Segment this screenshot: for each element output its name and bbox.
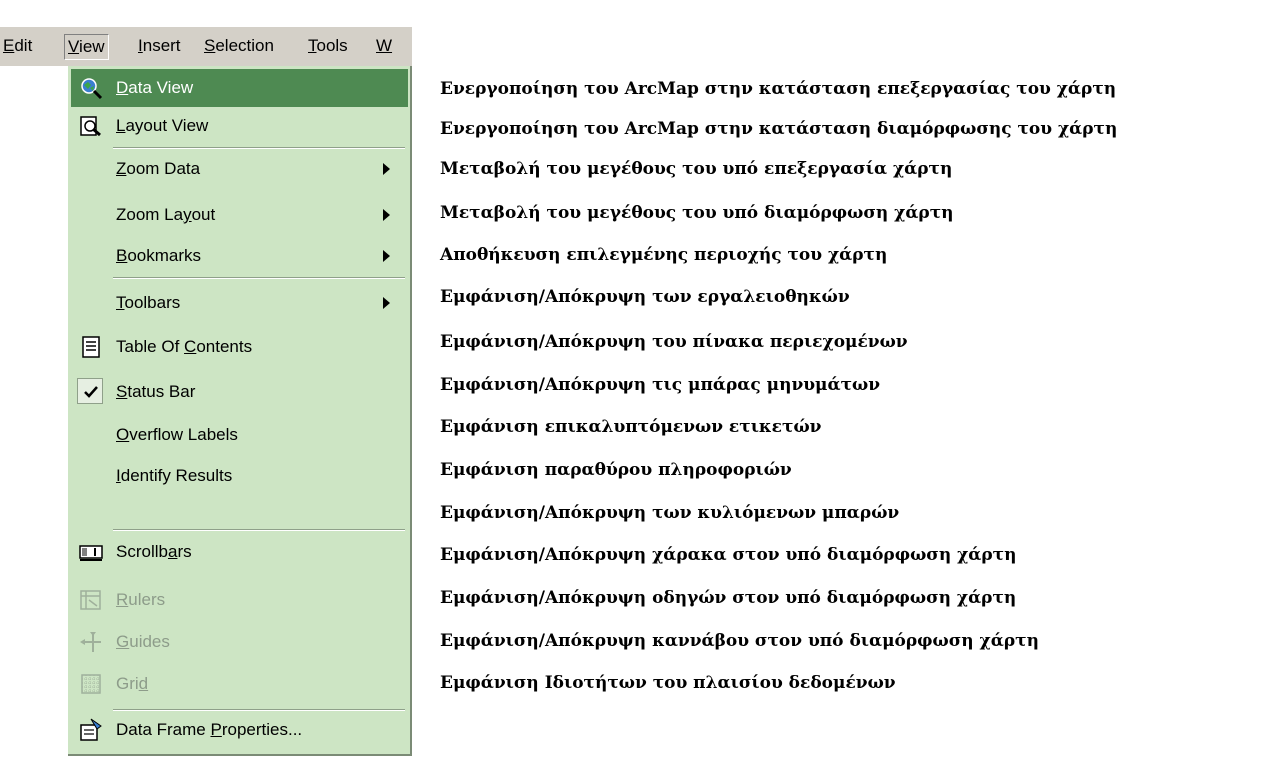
menu-item-rulers: Rulers (71, 581, 408, 619)
description-layout-view: Ενεργοποίηση του ArcMap στην κατάσταση δ… (440, 119, 1118, 139)
menu-item-label: Layout View (116, 116, 209, 135)
description-scrollbars: Εμφάνιση/Απόκρυψη των κυλιόμενων μπαρών (440, 503, 900, 523)
menu-view-accel: V (68, 37, 80, 56)
guides-icon (79, 630, 103, 654)
menu-item-zoom-data[interactable]: Zoom Data (71, 150, 408, 188)
menu-item-bookmarks[interactable]: Bookmarks (71, 237, 408, 275)
menu-separator (113, 529, 405, 531)
description-table-of-contents: Εμφάνιση/Απόκρυψη του πίνακα περιεχομένω… (440, 332, 908, 352)
menu-window[interactable]: W (373, 34, 395, 60)
menu-item-identify-results[interactable]: Identify Results (71, 457, 408, 495)
description-grid: Εμφάνιση/Απόκρυψη καννάβου στον υπό διαμ… (440, 631, 1039, 651)
layout-view-icon (79, 114, 103, 138)
data-frame-properties-icon (79, 718, 103, 742)
menu-view[interactable]: View (64, 34, 109, 60)
description-guides: Εμφάνιση/Απόκρυψη οδηγών στον υπό διαμόρ… (440, 588, 1017, 608)
menu-item-label: Table Of Contents (116, 337, 253, 356)
description-bookmarks: Αποθήκευση επιλεγμένης περιοχής του χάρτ… (440, 245, 888, 265)
grid-icon (79, 672, 103, 696)
menu-tools-accel: T (308, 36, 317, 55)
checkmark-icon (79, 380, 103, 404)
menu-item-label: Bookmarks (116, 246, 202, 265)
menu-item-guides: Guides (71, 623, 408, 661)
description-zoom-layout: Μεταβολή του μεγέθους του υπό διαμόρφωση… (440, 203, 954, 223)
description-toolbars: Εμφάνιση/Απόκρυψη των εργαλειοθηκών (440, 287, 850, 307)
menu-item-label: Identify Results (116, 466, 233, 485)
menu-item-label: Status Bar (116, 382, 196, 401)
description-overflow-labels: Εμφάνιση επικαλυπτόμενων ετικετών (440, 417, 822, 437)
menu-item-label: Zoom Data (116, 159, 201, 178)
submenu-arrow-icon (383, 209, 390, 221)
menu-item-data-view[interactable]: Data View (71, 69, 408, 107)
menu-item-status-bar[interactable]: Status Bar (71, 373, 408, 411)
menu-item-label: Toolbars (116, 293, 181, 312)
menu-item-label: Data Frame Properties... (116, 720, 303, 739)
description-status-bar: Εμφάνιση/Απόκρυψη τις μπάρας μηνυμάτων (440, 375, 880, 395)
description-zoom-data: Μεταβολή του μεγέθους του υπό επεξεργασί… (440, 159, 953, 179)
menu-item-zoom-layout[interactable]: Zoom Layout (71, 196, 408, 234)
menu-selection-accel: S (204, 36, 216, 55)
menu-separator (113, 147, 405, 149)
scrollbars-icon (79, 540, 103, 564)
menu-item-layout-view[interactable]: Layout View (71, 107, 408, 145)
table-of-contents-icon (79, 335, 103, 359)
menu-item-overflow-labels[interactable]: Overflow Labels (71, 416, 408, 454)
menu-item-label: Scrollbars (116, 542, 192, 561)
view-menu-dropdown: Data View Layout View Zoom Data Zoom Lay… (68, 66, 412, 756)
menu-edit[interactable]: Edit (0, 34, 35, 60)
menu-item-table-of-contents[interactable]: Table Of Contents (71, 328, 408, 366)
menu-item-grid: Grid (71, 665, 408, 703)
menu-item-label: Rulers (116, 590, 166, 609)
rulers-icon (79, 588, 103, 612)
menu-item-label: Guides (116, 632, 170, 651)
menu-item-toolbars[interactable]: Toolbars (71, 284, 408, 322)
description-data-frame-properties: Εμφάνιση Ιδιοτήτων του πλαισίου δεδομένω… (440, 673, 896, 693)
menu-item-label: Overflow Labels (116, 425, 238, 444)
menu-item-label: Data View (116, 78, 194, 97)
data-view-icon (79, 76, 103, 100)
menu-item-scrollbars[interactable]: Scrollbars (71, 533, 408, 571)
submenu-arrow-icon (383, 163, 390, 175)
submenu-arrow-icon (383, 250, 390, 262)
menu-item-label: Grid (116, 674, 149, 693)
menu-bar: Edit View Insert Selection Tools W (0, 26, 412, 66)
description-identify-results: Εμφάνιση παραθύρου πληροφοριών (440, 460, 792, 480)
menu-insert[interactable]: Insert (135, 34, 184, 60)
menu-tools[interactable]: Tools (305, 34, 351, 60)
menu-edit-accel: E (3, 36, 15, 55)
menu-item-label: Zoom Layout (116, 205, 216, 224)
menu-selection[interactable]: Selection (201, 34, 277, 60)
menu-item-data-frame-properties[interactable]: Data Frame Properties... (71, 711, 408, 749)
description-data-view: Ενεργοποίηση του ArcMap στην κατάσταση ε… (440, 79, 1117, 99)
menu-window-accel: W (376, 36, 393, 55)
description-rulers: Εμφάνιση/Απόκρυψη χάρακα στον υπό διαμόρ… (440, 545, 1017, 565)
menu-separator (113, 277, 405, 279)
submenu-arrow-icon (383, 297, 390, 309)
